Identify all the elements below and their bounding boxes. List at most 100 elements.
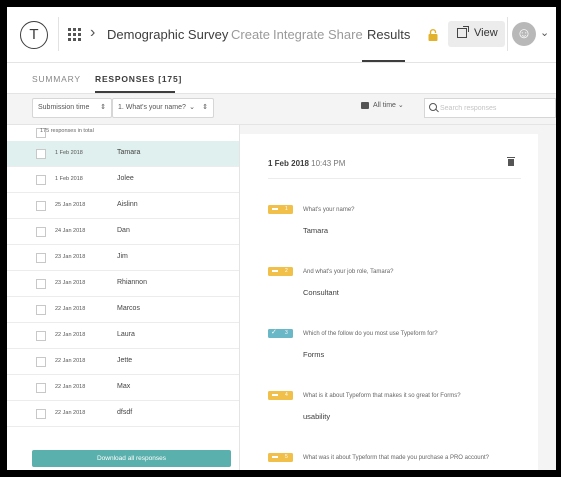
view-form-button[interactable]: View — [448, 21, 505, 47]
row-checkbox[interactable] — [36, 279, 46, 289]
short-text-icon — [272, 456, 278, 458]
row-checkbox[interactable] — [36, 253, 46, 263]
response-card: 1 Feb 2018 10:43 PM 1 What's your name? Ta… — [240, 134, 538, 470]
short-text-icon — [272, 208, 278, 210]
apps-grid-icon[interactable] — [68, 28, 81, 41]
nav-create[interactable]: Create — [231, 27, 270, 42]
row-name: Aislinn — [117, 201, 138, 208]
row-date: 22 Jan 2018 — [55, 332, 86, 338]
row-date: 22 Jan 2018 — [55, 358, 86, 364]
question-number: 2 — [285, 268, 288, 274]
table-row[interactable]: 23 Jan 2018 Rhiannon — [7, 271, 239, 297]
row-name: Tamara — [117, 149, 141, 156]
response-time: 10:43 PM — [311, 159, 346, 168]
sort-caret-icon: ⇕ — [100, 104, 106, 111]
breadcrumb-chevron-icon: › — [90, 24, 96, 41]
view-label: View — [474, 27, 498, 39]
nav-integrate[interactable]: Integrate — [273, 27, 324, 42]
row-date: 22 Jan 2018 — [55, 384, 86, 390]
row-checkbox[interactable] — [36, 305, 46, 315]
trash-icon[interactable] — [507, 157, 515, 166]
results-subtabs: SUMMARY RESPONSES [175] — [7, 63, 556, 94]
sort-caret-icon: ⇕ — [202, 104, 208, 111]
external-link-icon — [457, 26, 469, 38]
row-checkbox[interactable] — [36, 227, 46, 237]
calendar-icon — [361, 102, 369, 109]
table-row[interactable]: 1 Feb 2018 Jolee — [7, 167, 239, 193]
question-text: What's your name? — [303, 207, 355, 213]
table-row[interactable]: 25 Jan 2018 Aislinn — [7, 193, 239, 219]
responses-list: 175 responses in total 1 Feb 2018 Tamara 1… — [7, 125, 240, 470]
row-checkbox[interactable] — [36, 383, 46, 393]
active-tab-indicator — [95, 91, 175, 93]
chevron-down-icon: ⌄ — [189, 104, 195, 111]
time-range-dropdown[interactable]: All time ⌄ — [373, 101, 404, 109]
answer-text: Tamara — [303, 226, 329, 235]
row-date: 23 Jan 2018 — [55, 254, 86, 260]
row-date: 23 Jan 2018 — [55, 280, 86, 286]
answer-text: Forms — [303, 350, 325, 359]
question-text: What was it about Typeform that made you… — [303, 455, 489, 461]
table-row[interactable]: 22 Jan 2018 dfsdf — [7, 401, 239, 427]
tab-responses[interactable]: RESPONSES [175] — [95, 74, 182, 84]
question-text: What is it about Typeform that makes it … — [303, 393, 461, 399]
row-checkbox[interactable] — [36, 175, 46, 185]
question-number: 1 — [285, 206, 288, 212]
divider — [58, 17, 59, 51]
row-name: Rhiannon — [117, 279, 147, 286]
filter-bar: Submission time ⇕ 1. What's your name? ⌄… — [7, 94, 556, 125]
table-row[interactable]: 1 Feb 2018 Tamara — [7, 141, 239, 167]
sort-label: Submission time — [38, 104, 90, 111]
table-row[interactable]: 24 Jan 2018 Dan — [7, 219, 239, 245]
nav-results[interactable]: Results — [367, 27, 410, 42]
question-number: 3 — [285, 330, 288, 336]
row-name: Jim — [117, 253, 128, 260]
table-row[interactable]: 23 Jan 2018 Jim — [7, 245, 239, 271]
form-title[interactable]: Demographic Survey — [107, 27, 228, 42]
table-row[interactable]: 22 Jan 2018 Jette — [7, 349, 239, 375]
row-date: 1 Feb 2018 — [55, 176, 83, 182]
tab-summary[interactable]: SUMMARY — [32, 74, 81, 84]
nav-share[interactable]: Share — [328, 27, 363, 42]
active-nav-indicator — [362, 60, 405, 62]
search-box[interactable] — [424, 98, 556, 118]
sort-dropdown[interactable]: Submission time ⇕ — [32, 98, 112, 118]
short-text-icon — [272, 270, 278, 272]
response-date: 1 Feb 2018 — [268, 159, 309, 168]
divider — [507, 17, 508, 51]
row-checkbox[interactable] — [36, 201, 46, 211]
row-name: Dan — [117, 227, 130, 234]
row-name: Jette — [117, 357, 133, 364]
row-name: Laura — [117, 331, 135, 338]
workspace-logo[interactable]: T — [20, 21, 48, 49]
question-type-badge: 4 — [268, 391, 293, 400]
row-date: 24 Jan 2018 — [55, 228, 86, 234]
download-all-button[interactable]: Download all responses — [32, 450, 231, 467]
question-type-badge: 1 — [268, 205, 293, 214]
row-checkbox[interactable] — [36, 409, 46, 419]
row-name: Jolee — [117, 175, 134, 182]
user-avatar[interactable]: ☺ — [512, 22, 536, 46]
row-checkbox[interactable] — [36, 331, 46, 341]
chevron-down-icon[interactable]: ⌄ — [540, 26, 549, 39]
table-row[interactable]: 22 Jan 2018 Marcos — [7, 297, 239, 323]
question-type-badge: ✓ 3 — [268, 329, 293, 338]
top-nav-bar: T › Demographic Survey Create Integrate … — [7, 7, 556, 63]
lock-icon[interactable] — [428, 29, 438, 41]
question-dropdown[interactable]: 1. What's your name? ⌄ ⇕ — [112, 98, 214, 118]
checkmark-icon: ✓ — [271, 329, 277, 336]
question-text: Which of the follow do you most use Type… — [303, 331, 438, 337]
table-row[interactable]: 22 Jan 2018 Laura — [7, 323, 239, 349]
row-date: 22 Jan 2018 — [55, 306, 86, 312]
row-checkbox[interactable] — [36, 357, 46, 367]
table-row[interactable]: 22 Jan 2018 Max — [7, 375, 239, 401]
search-input[interactable] — [440, 101, 550, 115]
divider — [268, 178, 521, 179]
question-label: 1. What's your name? — [118, 104, 186, 111]
search-icon — [429, 103, 437, 111]
question-type-badge: 5 — [268, 453, 293, 462]
row-checkbox[interactable] — [36, 149, 46, 159]
question-text: And what's your job role, Tamara? — [303, 269, 394, 275]
question-type-badge: 2 — [268, 267, 293, 276]
app-window: T › Demographic Survey Create Integrate … — [7, 7, 556, 470]
